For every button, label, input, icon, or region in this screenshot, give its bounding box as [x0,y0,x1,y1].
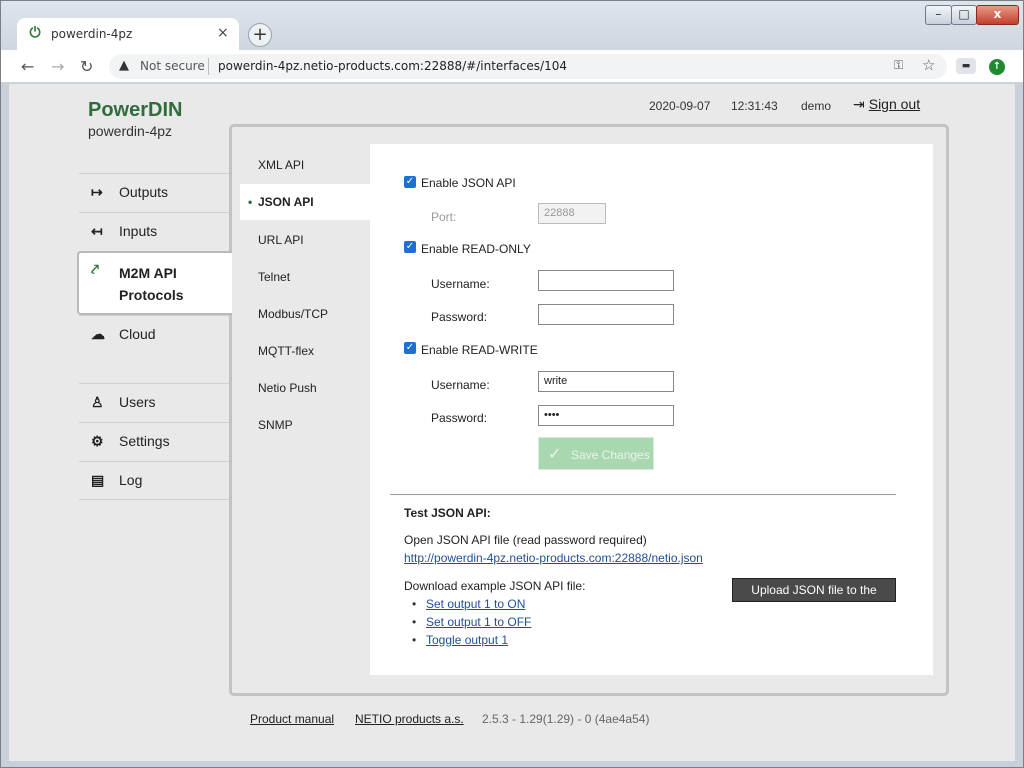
upload-json-button[interactable]: Upload JSON file to the device [732,578,896,619]
extension-icon[interactable]: ▬ [956,58,976,74]
nav-users-label: Users [119,394,156,410]
nav-settings-label: Settings [119,433,170,449]
ro-password-label: Password: [431,310,488,324]
warning-icon: ▲ [119,58,129,73]
close-window-button[interactable]: x [976,5,1019,25]
time-label: 12:31:43 [731,99,778,113]
key-icon[interactable]: ⚿ [894,58,903,73]
brand-logo: PowerDIN [88,99,183,121]
title-bar: ⏻ powerdin-4pz × + – □ x [1,1,1023,50]
checkmark-icon: ✓ [548,446,562,463]
cloud-icon: ☁ [91,326,105,342]
enable-readwrite-checkbox[interactable]: ✓ [404,342,416,354]
rw-password-input[interactable]: •••• [538,405,674,426]
content-panel: XML API • JSON API URL API Telnet Modbus/… [229,124,949,696]
browser-window: ⏻ powerdin-4pz × + – □ x ← → ↻ ▲ Not sec… [0,0,1024,768]
subnav-json-api-label: JSON API [258,195,314,209]
rw-username-label: Username: [431,378,490,392]
tab-title: powerdin-4pz [51,27,133,41]
new-tab-button[interactable]: + [248,23,272,47]
minimize-button[interactable]: – [925,5,952,25]
ro-password-input[interactable] [538,304,674,325]
subnav-url-api[interactable]: URL API [240,222,370,258]
profile-icon[interactable]: ↑ [989,59,1005,75]
reload-icon[interactable]: ↻ [80,57,93,76]
date-label: 2020-09-07 [649,99,711,113]
port-label: Port: [431,210,457,224]
json-file-link[interactable]: http://powerdin-4pz.netio-products.com:2… [404,551,703,565]
port-input[interactable]: 22888 [538,203,606,224]
back-icon[interactable]: ← [21,57,34,76]
nav-inputs-label: Inputs [119,223,158,239]
tab-close-icon[interactable]: × [217,25,229,41]
outputs-icon: ↦ [91,184,103,200]
enable-readonly-checkbox[interactable]: ✓ [404,241,416,253]
nav-log[interactable]: ▤ Log [79,461,229,500]
maximize-button[interactable]: □ [951,5,977,25]
toggle-output-link[interactable]: Toggle output 1 [426,633,508,647]
active-dot-icon: • [248,195,253,209]
not-secure-label: Not secure [140,59,205,73]
address-bar-row: ← → ↻ ▲ Not secure powerdin-4pz.netio-pr… [1,50,1023,83]
user-icon: ♙ [91,394,104,410]
device-name: powerdin-4pz [88,123,173,139]
subnav-mqtt-flex[interactable]: MQTT-flex [240,333,370,369]
save-changes-button[interactable]: ✓ Save Changes [538,437,654,470]
subnav-netio-push[interactable]: Netio Push [240,370,370,406]
section-divider [390,494,896,495]
rw-password-label: Password: [431,411,488,425]
json-api-form: ✓ Enable JSON API Port: 22888 ✓ Enable R… [370,144,933,675]
nav-outputs[interactable]: ↦ Outputs [79,173,229,212]
inputs-icon: ↤ [91,223,103,239]
product-manual-link[interactable]: Product manual [250,712,334,726]
enable-json-label: Enable JSON API [421,176,516,190]
subnav-json-api[interactable]: • JSON API [240,184,370,220]
enable-readonly-label: Enable READ-ONLY [421,242,531,256]
bookmark-star-icon[interactable]: ☆ [922,56,935,74]
download-example-text: Download example JSON API file: [404,579,586,593]
log-icon: ▤ [91,472,105,488]
nav-cloud-label: Cloud [119,326,156,342]
m2m-icon: ⤤ [91,261,99,277]
enable-json-checkbox[interactable]: ✓ [404,176,416,188]
test-json-heading: Test JSON API: [404,506,491,520]
enable-readwrite-label: Enable READ-WRITE [421,343,538,357]
forward-icon[interactable]: → [51,57,64,76]
rw-username-input[interactable]: write [538,371,674,392]
address-bar[interactable]: ▲ Not secure powerdin-4pz.netio-products… [109,54,947,79]
subnav-snmp[interactable]: SNMP [240,407,370,443]
page: PowerDIN powerdin-4pz 2020-09-07 12:31:4… [9,84,1015,761]
set-output-off-link[interactable]: Set output 1 to OFF [426,615,531,629]
ro-username-label: Username: [431,277,490,291]
sign-out-link[interactable]: ⇥ Sign out [853,96,920,113]
subnav-modbus-tcp[interactable]: Modbus/TCP [240,296,370,332]
version-text: 2.5.3 - 1.29(1.29) - 0 (4ae4a54) [482,712,650,726]
gear-icon: ⚙ [91,433,104,449]
nav-inputs[interactable]: ↤ Inputs [79,212,229,251]
divider [208,58,209,75]
open-json-text: Open JSON API file (read password requir… [404,533,647,547]
sign-out-icon: ⇥ [853,96,865,112]
set-output-on-link[interactable]: Set output 1 to ON [426,597,525,611]
subnav-xml-api[interactable]: XML API [240,147,370,183]
nav-m2m-label: M2M API Protocols [119,265,184,303]
nav-log-label: Log [119,472,143,488]
subnav-telnet[interactable]: Telnet [240,259,370,295]
url-text[interactable]: powerdin-4pz.netio-products.com:22888/#/… [218,59,567,73]
sign-out-label: Sign out [868,96,921,112]
nav-users[interactable]: ♙ Users [79,383,229,422]
nav-m2m-api[interactable]: ⤤ M2M API Protocols [77,251,232,315]
power-icon: ⏻ [29,25,41,41]
ro-username-input[interactable] [538,270,674,291]
user-label: demo [801,99,832,113]
nav-cloud[interactable]: ☁ Cloud [79,315,229,354]
company-link[interactable]: NETIO products a.s. [355,712,464,726]
nav-settings[interactable]: ⚙ Settings [79,422,229,461]
nav-outputs-label: Outputs [119,184,169,200]
save-changes-label: Save Changes [571,448,650,462]
browser-tab[interactable]: ⏻ powerdin-4pz × [17,18,239,50]
